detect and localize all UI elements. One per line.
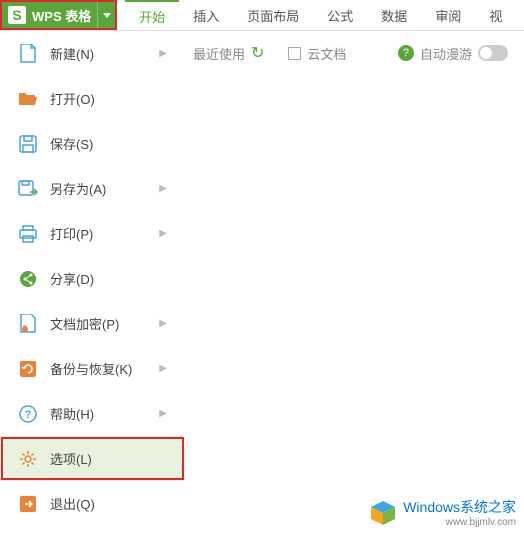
- refresh-icon[interactable]: ↻: [251, 43, 264, 63]
- menu-label: 打开(O): [50, 89, 167, 108]
- exit-icon: [18, 494, 38, 514]
- menu-item-open[interactable]: 打开(O): [0, 76, 185, 121]
- tab-page-layout[interactable]: 页面布局: [233, 0, 313, 30]
- cloud-docs-checkbox[interactable]: 云文档: [288, 44, 346, 63]
- menu-label: 备份与恢复(K): [50, 359, 159, 378]
- menu-item-exit[interactable]: 退出(Q): [0, 481, 185, 526]
- app-title[interactable]: S WPS 表格: [2, 2, 97, 28]
- app-menu-dropdown[interactable]: [97, 2, 115, 28]
- chevron-right-icon: ▶: [159, 48, 167, 59]
- content-toolbar: 最近使用 ↻ 云文档 ? 自动漫游: [193, 43, 516, 63]
- checkbox-icon: [288, 47, 301, 60]
- encrypt-icon: [18, 314, 38, 334]
- menu-item-options[interactable]: 选项(L): [0, 436, 185, 481]
- app-title-highlight-box: S WPS 表格: [0, 0, 117, 30]
- menu-item-share[interactable]: 分享(D): [0, 256, 185, 301]
- print-icon: [18, 224, 38, 244]
- watermark-text: Windows系统之家: [403, 499, 516, 515]
- menu-label: 选项(L): [50, 449, 167, 468]
- app-logo-icon: S: [8, 6, 26, 24]
- chevron-down-icon: [103, 13, 111, 18]
- menu-label: 新建(N): [50, 44, 159, 63]
- menu-item-encrypt[interactable]: 文档加密(P) ▶: [0, 301, 185, 346]
- recent-files-section[interactable]: 最近使用 ↻: [193, 43, 264, 63]
- menu-item-save-as[interactable]: 另存为(A) ▶: [0, 166, 185, 211]
- file-menu-sidebar: 新建(N) ▶ 打开(O) 保存(S) 另存为(A) ▶: [0, 31, 185, 540]
- app-name-label: WPS 表格: [32, 6, 91, 25]
- tab-insert[interactable]: 插入: [179, 0, 233, 30]
- tab-view[interactable]: 视: [475, 0, 516, 30]
- menu-label: 另存为(A): [50, 179, 159, 198]
- help-icon: ?: [18, 404, 38, 424]
- menu-item-save[interactable]: 保存(S): [0, 121, 185, 166]
- tab-start[interactable]: 开始: [125, 0, 179, 30]
- chevron-right-icon: ▶: [159, 408, 167, 419]
- backup-icon: [18, 359, 38, 379]
- help-badge-icon[interactable]: ?: [398, 45, 414, 61]
- cloud-label: 云文档: [307, 44, 346, 63]
- watermark: Windows系统之家 www.bjjmlv.com: [369, 497, 516, 528]
- new-file-icon: [18, 44, 38, 64]
- menu-label: 帮助(H): [50, 404, 159, 423]
- header: S WPS 表格 开始 插入 页面布局 公式 数据 审阅 视: [0, 0, 524, 30]
- svg-text:?: ?: [25, 409, 32, 421]
- share-icon: [18, 269, 38, 289]
- save-disk-icon: [18, 134, 38, 154]
- chevron-right-icon: ▶: [159, 183, 167, 194]
- chevron-right-icon: ▶: [159, 228, 167, 239]
- menu-label: 分享(D): [50, 269, 167, 288]
- windows-logo-icon: [369, 499, 397, 527]
- recent-label: 最近使用: [193, 44, 245, 63]
- menu-label: 文档加密(P): [50, 314, 159, 333]
- menu-label: 保存(S): [50, 134, 167, 153]
- settings-gear-icon: [18, 449, 38, 469]
- auto-roam-section: ? 自动漫游: [398, 44, 508, 63]
- tab-review[interactable]: 审阅: [421, 0, 475, 30]
- tab-formula[interactable]: 公式: [313, 0, 367, 30]
- ribbon-tabs: 开始 插入 页面布局 公式 数据 审阅 视: [125, 0, 516, 30]
- menu-item-print[interactable]: 打印(P) ▶: [0, 211, 185, 256]
- tab-data[interactable]: 数据: [367, 0, 421, 30]
- chevron-right-icon: ▶: [159, 363, 167, 374]
- menu-item-help[interactable]: ? 帮助(H) ▶: [0, 391, 185, 436]
- open-folder-icon: [18, 89, 38, 109]
- chevron-right-icon: ▶: [159, 318, 167, 329]
- menu-item-new[interactable]: 新建(N) ▶: [0, 31, 185, 76]
- menu-label: 退出(Q): [50, 494, 167, 513]
- main-area: 新建(N) ▶ 打开(O) 保存(S) 另存为(A) ▶: [0, 30, 524, 540]
- watermark-url: www.bjjmlv.com: [403, 517, 516, 528]
- content-area: 最近使用 ↻ 云文档 ? 自动漫游: [185, 31, 524, 540]
- auto-roam-toggle[interactable]: [478, 45, 508, 61]
- save-as-icon: [18, 179, 38, 199]
- auto-roam-label: 自动漫游: [420, 44, 472, 63]
- menu-label: 打印(P): [50, 224, 159, 243]
- menu-item-backup[interactable]: 备份与恢复(K) ▶: [0, 346, 185, 391]
